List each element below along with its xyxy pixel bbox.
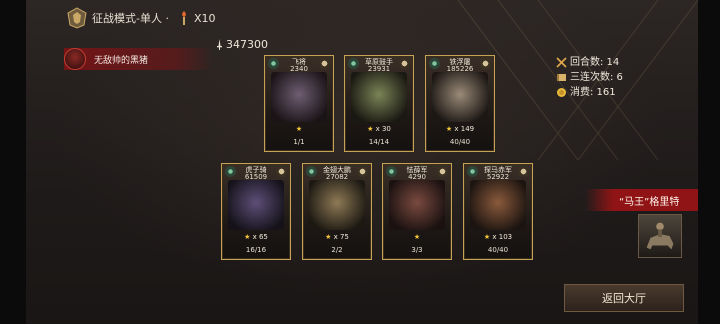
unit-card[interactable]: 飞将 2340 ★ 1/1 [264,55,334,152]
unit-card[interactable]: 草原鼓手 23931 ★ x 30 14/14 [344,55,414,152]
unit-count-text: 2/2 [331,246,343,254]
unit-count: 14/14 [345,138,413,146]
enemy-tag[interactable]: 无敌帅的黑猪 [64,48,214,70]
crossed-swords-icon [556,57,567,68]
unit-count: 40/40 [464,246,532,254]
unit-count: 2/2 [303,246,371,254]
unit-stars: ★ x 75 [303,233,371,241]
unit-portrait [432,72,488,122]
king-label: “马王”格里特 [619,196,680,208]
stat-cost-text: 消费: 161 [570,87,616,98]
unit-stars: ★ [383,233,451,241]
star-icon: ★ [413,233,421,241]
star-icon: ★ [295,125,303,133]
crest-icon [67,7,87,29]
star-icon: ★ [483,233,491,241]
stat-rounds-text: 回合数: 14 [570,57,620,68]
mode-header: 征战模式-单人 · X10 [66,7,216,29]
unit-card[interactable]: 金翅大鹏 27082 ★ x 75 2/2 [302,163,372,260]
star-icon: ★ [367,125,374,133]
back-button-label: 返回大厅 [602,292,646,305]
unit-card[interactable]: 虎子骑 61509 ★ x 65 16/16 [221,163,291,260]
coin-icon [557,88,566,97]
unit-count: 1/1 [265,138,333,146]
unit-portrait [228,180,284,230]
stat-triple: 三连次数: 6 [556,70,623,85]
unit-count-text: 40/40 [449,138,471,146]
unit-portrait [309,180,365,230]
torch-icon [182,11,186,25]
unit-count-text: 40/40 [487,246,509,254]
unit-card[interactable]: 铁浮屠 185226 ★ x 149 40/40 [425,55,495,152]
unit-portrait [271,72,327,122]
unit-stars: ★ x 149 [426,125,494,133]
game-stage: 征战模式-单人 · X10 无敌帅的黑猪 347300 回合数: 14 三连次数… [0,0,720,324]
unit-count-text: 1/1 [293,138,305,146]
unit-portrait [351,72,407,122]
unit-stars: ★ [265,125,333,133]
unit-card[interactable]: 怯薛军 4290 ★ 3/3 [382,163,452,260]
stat-rounds: 回合数: 14 [556,55,623,70]
enemy-avatar [64,48,86,70]
unit-stars: ★ x 30 [345,125,413,133]
unit-count-text: 3/3 [411,246,423,254]
unit-stars: ★ x 65 [222,233,290,241]
unit-stars-text: x 149 [454,125,475,133]
unit-portrait [470,180,526,230]
king-portrait[interactable] [638,214,682,258]
total-power-value: 347300 [226,38,268,51]
right-bezel [698,0,720,324]
king-tag: “马王”格里特 [585,189,698,211]
horse-rider-icon [646,222,674,250]
unit-count: 3/3 [383,246,451,254]
unit-count: 16/16 [222,246,290,254]
unit-stars: ★ x 103 [464,233,532,241]
sword-icon [217,39,222,50]
stat-triple-text: 三连次数: 6 [570,72,623,83]
unit-stars-text: x 103 [492,233,513,241]
star-icon: ★ [325,233,332,241]
unit-stars-text: x 30 [375,125,391,133]
unit-count-text: 14/14 [368,138,390,146]
enemy-name: 无敌帅的黑猪 [94,55,149,66]
star-icon: ★ [244,233,251,241]
total-power: 347300 [215,38,268,51]
unit-count: 40/40 [426,138,494,146]
multiplier-value: X10 [193,11,216,25]
scroll-icon [557,74,566,81]
unit-card[interactable]: 探马赤军 52922 ★ x 103 40/40 [463,163,533,260]
unit-stars-text: x 65 [252,233,268,241]
unit-count-text: 16/16 [245,246,267,254]
unit-portrait [389,180,445,230]
mode-title: 征战模式-单人 · [92,12,169,25]
stat-cost: 消费: 161 [556,85,623,100]
multiplier: X10 [177,10,216,26]
battle-stats: 回合数: 14 三连次数: 6 消费: 161 [556,55,623,100]
back-to-lobby-button[interactable]: 返回大厅 [564,284,684,312]
star-icon: ★ [445,125,453,133]
unit-stars-text: x 75 [333,233,349,241]
left-bezel [0,0,26,324]
